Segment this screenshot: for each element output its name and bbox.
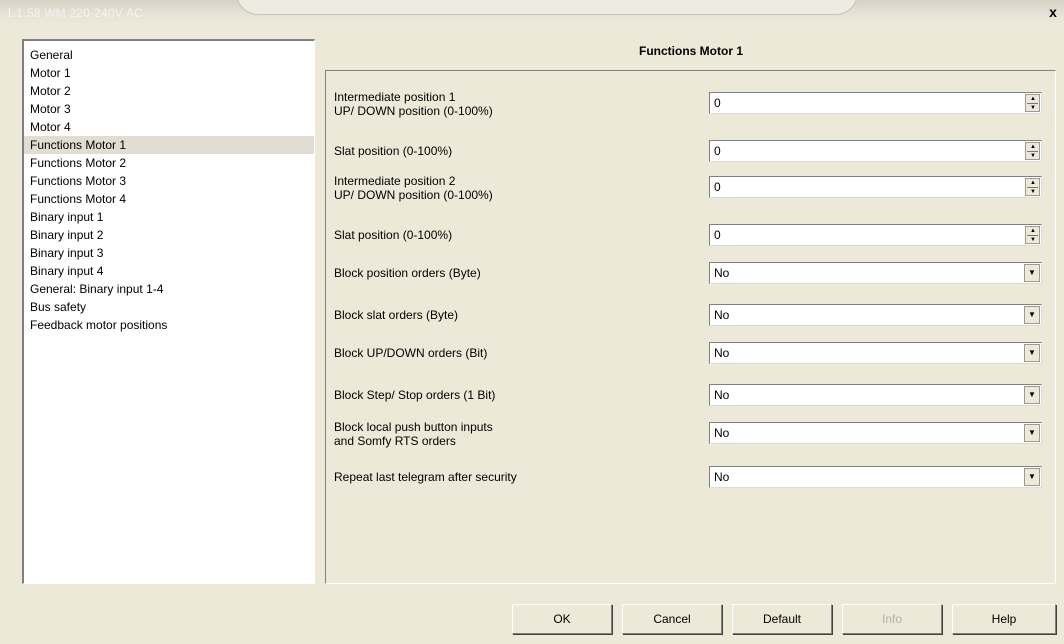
dropdown-select[interactable]: No ▼ — [709, 384, 1042, 406]
field-value: No — [714, 308, 730, 322]
spin-separator — [1027, 151, 1038, 152]
parameter-label: Slat position (0-100%) — [334, 228, 452, 242]
parameter-label-line: UP/ DOWN position (0-100%) — [334, 104, 493, 118]
dropdown-select[interactable]: No ▼ — [709, 342, 1042, 364]
chevron-down-icon[interactable]: ▼ — [1024, 424, 1040, 442]
parameter-label: Repeat last telegram after security — [334, 470, 517, 484]
parameter-label: Block UP/DOWN orders (Bit) — [334, 346, 487, 360]
tree-item[interactable]: Binary input 4 — [24, 262, 314, 280]
field-value: 0 — [714, 180, 721, 194]
dropdown-select[interactable]: No ▼ — [709, 422, 1042, 444]
parameter-label-line: UP/ DOWN position (0-100%) — [334, 188, 493, 202]
field-value: 0 — [714, 144, 721, 158]
number-spin-field[interactable]: 0 ▲ ▼ — [709, 140, 1042, 162]
title-bar: 1.1.58 WM 220-240V AC x — [0, 0, 1064, 24]
chevron-down-icon[interactable]: ▼ — [1024, 264, 1040, 282]
parameter-label-line: Block local push button inputs — [334, 420, 493, 434]
tree-item[interactable]: General — [24, 46, 314, 64]
spin-buttons[interactable]: ▲ ▼ — [1025, 142, 1040, 160]
tree-item[interactable]: Functions Motor 4 — [24, 190, 314, 208]
parameter-label-line: Block slat orders (Byte) — [334, 308, 459, 322]
tree-item[interactable]: Bus safety — [24, 298, 314, 316]
panel-title: Functions Motor 1 — [639, 44, 743, 58]
parameter-label-line: Slat position (0-100%) — [334, 228, 453, 242]
parameter-label-line: Slat position (0-100%) — [334, 144, 453, 158]
parameter-label: Slat position (0-100%) — [334, 144, 452, 158]
parameter-label: Block local push button inputs and Somfy … — [334, 420, 493, 448]
number-spin-field[interactable]: 0 ▲ ▼ — [709, 224, 1042, 246]
field-value: No — [714, 346, 730, 360]
chevron-down-icon[interactable]: ▼ — [1024, 306, 1040, 324]
default-button[interactable]: Default — [732, 604, 832, 634]
tree-item[interactable]: Functions Motor 3 — [24, 172, 314, 190]
tree-item[interactable]: Motor 3 — [24, 100, 314, 118]
spin-down-icon[interactable]: ▼ — [1030, 237, 1036, 243]
parameter-label: Block slat orders (Byte) — [334, 308, 458, 322]
tree-item[interactable]: Functions Motor 1 — [24, 136, 314, 154]
info-button: Info — [842, 604, 942, 634]
field-value: No — [714, 426, 730, 440]
field-value: 0 — [714, 96, 721, 110]
spin-up-icon[interactable]: ▲ — [1030, 228, 1036, 234]
field-value: No — [714, 470, 730, 484]
parameter-label-line: Block Step/ Stop orders (1 Bit) — [334, 388, 496, 402]
close-icon[interactable]: x — [1046, 5, 1060, 19]
field-value: 0 — [714, 228, 721, 242]
parameter-label-line: and Somfy RTS orders — [334, 434, 456, 448]
parameter-panel: Intermediate position 1 UP/ DOWN position… — [325, 70, 1056, 584]
spin-down-icon[interactable]: ▼ — [1030, 189, 1036, 195]
tree-item[interactable]: Feedback motor positions — [24, 316, 314, 334]
parameter-label-line: Intermediate position 1 — [334, 90, 456, 104]
window-title: 1.1.58 WM 220-240V AC — [6, 6, 143, 20]
dropdown-select[interactable]: No ▼ — [709, 466, 1042, 488]
spin-separator — [1027, 235, 1038, 236]
spin-up-icon[interactable]: ▲ — [1030, 144, 1036, 150]
parameter-label-line: Block position orders (Byte) — [334, 266, 481, 280]
chevron-down-icon[interactable]: ▼ — [1024, 344, 1040, 362]
parameter-label: Block position orders (Byte) — [334, 266, 481, 280]
field-value: No — [714, 388, 730, 402]
tree-item[interactable]: Functions Motor 2 — [24, 154, 314, 172]
parameter-label: Intermediate position 2 UP/ DOWN position… — [334, 174, 493, 202]
dropdown-select[interactable]: No ▼ — [709, 262, 1042, 284]
tree-item[interactable]: Motor 2 — [24, 82, 314, 100]
cancel-button[interactable]: Cancel — [622, 604, 722, 634]
parameter-label-line: Repeat last telegram after security — [334, 470, 517, 484]
tree-item[interactable]: Binary input 3 — [24, 244, 314, 262]
chevron-down-icon[interactable]: ▼ — [1024, 386, 1040, 404]
tree-item[interactable]: Binary input 2 — [24, 226, 314, 244]
chevron-down-icon[interactable]: ▼ — [1024, 468, 1040, 486]
help-button[interactable]: Help — [952, 604, 1056, 634]
tree-item[interactable]: General: Binary input 1-4 — [24, 280, 314, 298]
number-spin-field[interactable]: 0 ▲ ▼ — [709, 92, 1042, 114]
spin-buttons[interactable]: ▲ ▼ — [1025, 94, 1040, 112]
spin-buttons[interactable]: ▲ ▼ — [1025, 226, 1040, 244]
parameter-tree[interactable]: General Motor 1 Motor 2 Motor 3 Motor 4 Funct… — [22, 39, 315, 584]
spin-separator — [1027, 187, 1038, 188]
spin-up-icon[interactable]: ▲ — [1030, 96, 1036, 102]
spin-down-icon[interactable]: ▼ — [1030, 105, 1036, 111]
tree-item[interactable]: Binary input 1 — [24, 208, 314, 226]
spin-up-icon[interactable]: ▲ — [1030, 180, 1036, 186]
parameter-label-line: Block UP/DOWN orders (Bit) — [334, 346, 488, 360]
parameter-label-line: Intermediate position 2 — [334, 174, 456, 188]
spin-down-icon[interactable]: ▼ — [1030, 153, 1036, 159]
number-spin-field[interactable]: 0 ▲ ▼ — [709, 176, 1042, 198]
parameter-label: Block Step/ Stop orders (1 Bit) — [334, 388, 495, 402]
spin-buttons[interactable]: ▲ ▼ — [1025, 178, 1040, 196]
spin-separator — [1027, 103, 1038, 104]
title-bezel — [236, 0, 858, 15]
ok-button[interactable]: OK — [512, 604, 612, 634]
dropdown-select[interactable]: No ▼ — [709, 304, 1042, 326]
tree-item[interactable]: Motor 1 — [24, 64, 314, 82]
tree-item[interactable]: Motor 4 — [24, 118, 314, 136]
parameter-label: Intermediate position 1 UP/ DOWN position… — [334, 90, 493, 118]
field-value: No — [714, 266, 730, 280]
